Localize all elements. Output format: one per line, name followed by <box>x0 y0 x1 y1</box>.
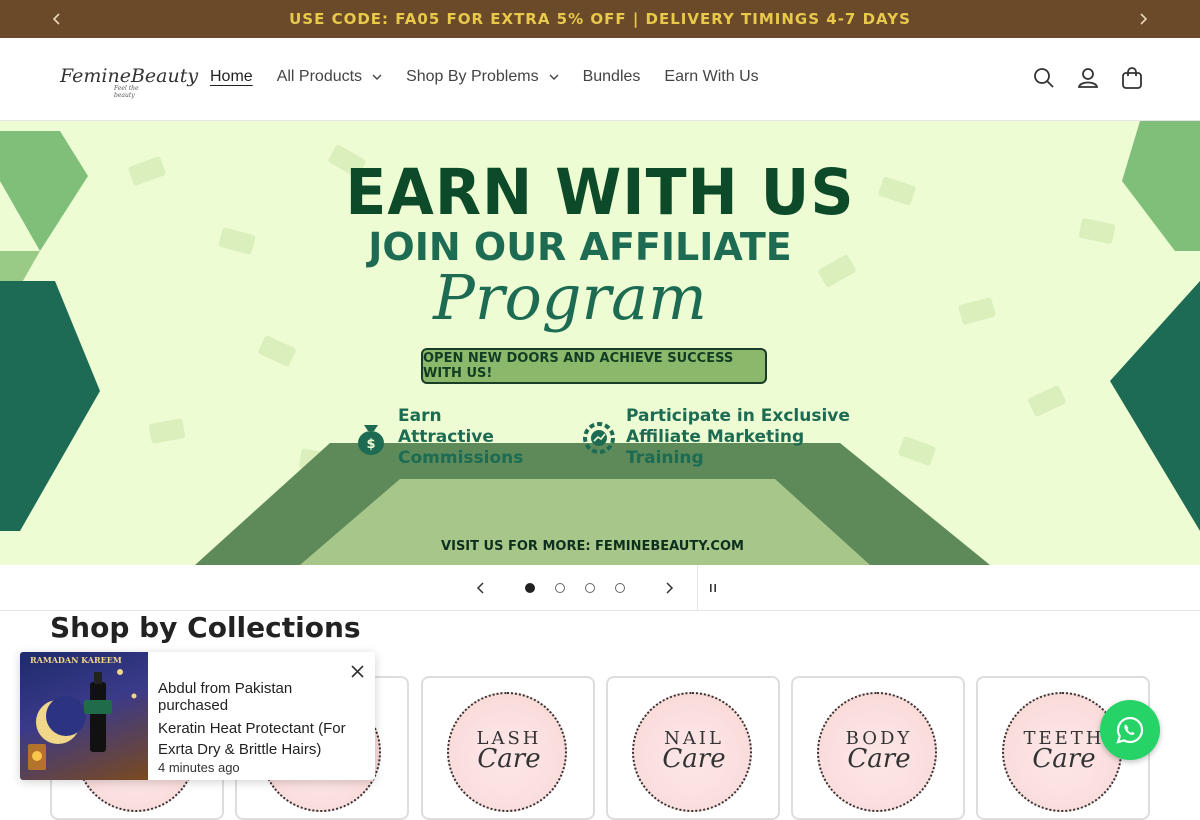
feature-training-text: Participate in Exclusive Affiliate Marke… <box>626 406 850 468</box>
product-image-art <box>28 669 137 770</box>
close-icon <box>350 664 364 678</box>
collection-card-body[interactable]: BODY Care <box>791 676 965 820</box>
account-icon[interactable] <box>1076 66 1100 90</box>
nav-bundles[interactable]: Bundles <box>583 68 641 86</box>
chevron-left-icon <box>52 13 60 25</box>
collection-image: BODY Care <box>817 692 937 812</box>
popup-time: 4 minutes ago <box>158 760 240 775</box>
feature-training: Participate in Exclusive Affiliate Marke… <box>580 406 856 469</box>
svg-text:$: $ <box>366 437 375 452</box>
product-image: RAMADAN KAREEM <box>20 652 148 780</box>
slide-dot-1[interactable] <box>525 583 535 593</box>
hero-script-text: Program <box>433 261 707 334</box>
hero-footer-text: VISIT US FOR MORE: FEMINEBEAUTY.COM <box>441 539 744 554</box>
announcement-text: USE CODE: FA05 FOR EXTRA 5% OFF | DELIVE… <box>289 10 911 28</box>
pause-icon <box>710 584 716 592</box>
cart-icon[interactable] <box>1120 66 1144 90</box>
whatsapp-button[interactable] <box>1100 700 1160 760</box>
feature-commissions-text: Earn Attractive Commissions <box>398 406 524 468</box>
chevron-right-icon <box>1140 13 1148 25</box>
hero-title: EARN WITH US <box>345 156 855 230</box>
chevron-down-icon <box>549 74 559 80</box>
logo[interactable]: FemineBeauty Feel the beauty <box>60 65 198 99</box>
feature-commissions: $ Earn Attractive Commissions <box>352 406 538 469</box>
logo-tagline: Feel the beauty <box>114 85 139 99</box>
collection-label-2: Care <box>477 744 541 774</box>
collection-card-lash[interactable]: LASH Care <box>421 676 595 820</box>
nav-home-label: Home <box>210 68 253 85</box>
product-image-tag: RAMADAN KAREEM <box>30 655 122 665</box>
slider-controls <box>0 565 1200 611</box>
slider-divider <box>697 565 698 610</box>
nav-home[interactable]: Home <box>210 68 253 86</box>
close-button[interactable] <box>347 661 367 681</box>
section-title: Shop by Collections <box>50 611 361 644</box>
popup-product-link[interactable]: Keratin Heat Protectant (For Exrta Dry &… <box>158 718 363 760</box>
gear-chart-icon <box>583 421 615 454</box>
collection-image: LASH Care <box>447 692 567 812</box>
collection-image: TEETH Care <box>1002 692 1122 812</box>
nav-all-products[interactable]: All Products <box>277 68 382 86</box>
hero-pill: OPEN NEW DOORS AND ACHIEVE SUCCESS WITH … <box>421 348 767 384</box>
chevron-right-icon <box>666 582 674 594</box>
logo-text: FemineBeauty <box>60 65 199 87</box>
collection-image: NAIL Care <box>632 692 752 812</box>
announcement-prev-button[interactable] <box>38 0 76 38</box>
popup-buyer-text: Abdul from Pakistan purchased <box>158 680 293 714</box>
collection-label-2: Care <box>847 744 911 774</box>
nav-earn-with-us-label: Earn With Us <box>664 68 759 85</box>
collection-card-nail[interactable]: NAIL Care <box>606 676 780 820</box>
nav-bundles-label: Bundles <box>582 68 641 85</box>
announcement-next-button[interactable] <box>1124 0 1162 38</box>
announcement-bar: USE CODE: FA05 FOR EXTRA 5% OFF | DELIVE… <box>0 0 1200 38</box>
nav-shop-by-problems[interactable]: Shop By Problems <box>406 68 559 86</box>
money-bag-icon: $ <box>358 424 384 455</box>
nav-earn-with-us[interactable]: Earn With Us <box>664 68 758 86</box>
slide-pause-button[interactable] <box>702 577 724 599</box>
main-nav: Home All Products Shop By Problems Bundl… <box>210 68 783 86</box>
site-header: FemineBeauty Feel the beauty Home All Pr… <box>0 38 1200 121</box>
whatsapp-icon <box>1116 716 1144 744</box>
slide-dot-3[interactable] <box>585 583 595 593</box>
nav-all-products-label: All Products <box>276 68 363 85</box>
purchase-notification[interactable]: RAMADAN KAREEM Abdul from Pakistan purch… <box>20 652 375 780</box>
collection-label-2: Care <box>662 744 726 774</box>
slide-prev-button[interactable] <box>470 577 492 599</box>
slide-dot-2[interactable] <box>555 583 565 593</box>
slide-next-button[interactable] <box>658 577 680 599</box>
slide-dot-4[interactable] <box>615 583 625 593</box>
chevron-left-icon <box>476 582 484 594</box>
hero-banner[interactable]: EARN WITH US JOIN OUR AFFILIATE Program … <box>0 121 1200 565</box>
nav-shop-by-problems-label: Shop By Problems <box>406 68 539 85</box>
chevron-down-icon <box>372 74 382 80</box>
search-icon[interactable] <box>1032 66 1056 90</box>
